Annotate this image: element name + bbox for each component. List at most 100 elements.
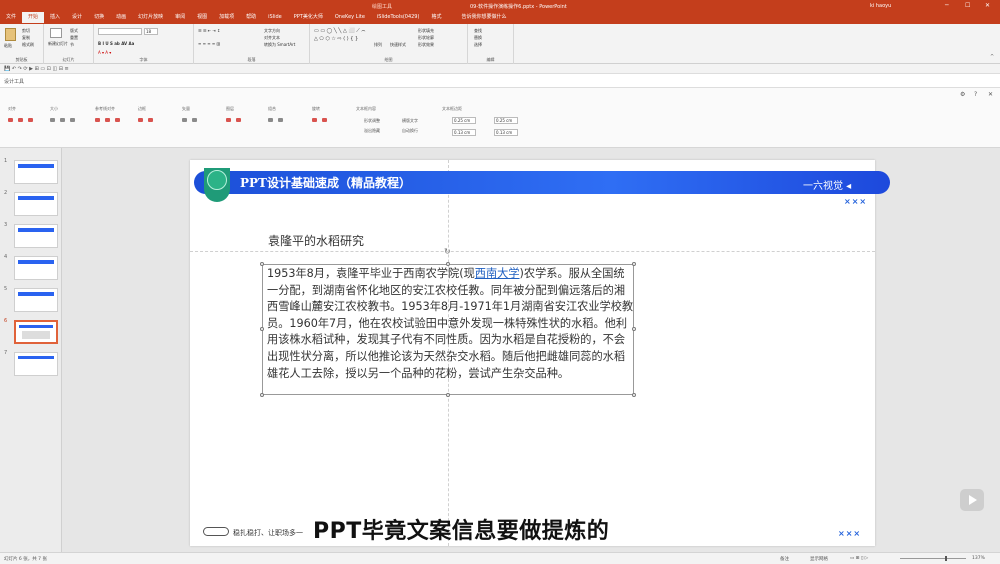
- resize-handle[interactable]: [260, 327, 264, 331]
- vector-tools[interactable]: [182, 118, 197, 122]
- tab-view[interactable]: 视图: [191, 12, 213, 23]
- text-direction-button[interactable]: 文字方向: [264, 28, 280, 34]
- layer-tools[interactable]: [226, 118, 241, 122]
- smartart-button[interactable]: 转换为 SmartArt: [264, 42, 295, 48]
- new-slide-button[interactable]: 新建幻灯片: [48, 41, 68, 47]
- reset-button[interactable]: 重置: [70, 35, 78, 41]
- format-painter-button[interactable]: 格式刷: [22, 42, 34, 48]
- paste-button[interactable]: 粘贴: [4, 43, 12, 49]
- slide-thumbnail[interactable]: [14, 352, 58, 376]
- zoom-slider[interactable]: [900, 558, 966, 559]
- select-button[interactable]: 选择: [474, 42, 482, 48]
- arrange-button[interactable]: 排列: [374, 42, 382, 48]
- close-icon[interactable]: ✕: [985, 2, 990, 9]
- cut-button[interactable]: 剪切: [22, 28, 30, 34]
- new-slide-icon[interactable]: [50, 28, 62, 38]
- tab-insert[interactable]: 插入: [44, 12, 66, 23]
- group-drawing: ▭ ▭ ◯ ╲ ╲ △ ⬜ ⟋ ⌒ △ ⬠ ⬡ ☆ ⇨ ⟨ ⟩ { } 排列 快…: [310, 24, 468, 64]
- resize-handle[interactable]: [632, 393, 636, 397]
- align-icons[interactable]: ≡ ≡ ≡ ≡ ▥: [198, 41, 220, 46]
- collapse-ribbon-icon[interactable]: ^: [990, 54, 994, 60]
- find-button[interactable]: 查找: [474, 28, 482, 34]
- help-icon[interactable]: ?: [974, 91, 977, 98]
- copy-button[interactable]: 复制: [22, 35, 30, 41]
- paste-icon[interactable]: [5, 28, 16, 41]
- option-horizontal-text[interactable]: 横版文字: [402, 118, 418, 124]
- design-group-group: 组合: [268, 106, 276, 111]
- tab-onekey[interactable]: OneKey Lite: [329, 12, 371, 23]
- quick-access-icons[interactable]: 💾 ↶ ↷ ⟳ ▶ ⊞ ▭ ⊡ ◫ ⊟ ≡: [4, 66, 69, 72]
- shapes-gallery[interactable]: ▭ ▭ ◯ ╲ ╲ △ ⬜ ⟋ ⌒: [314, 28, 365, 34]
- slide-thumbnail[interactable]: [14, 224, 58, 248]
- view-buttons[interactable]: ▭ ⊞ ▯ ▷: [850, 556, 868, 561]
- resize-handle[interactable]: [260, 393, 264, 397]
- tab-addins[interactable]: 加载项: [213, 12, 240, 23]
- zoom-slider-thumb[interactable]: [945, 556, 947, 561]
- notes-button[interactable]: 备注: [780, 556, 789, 562]
- font-size-box[interactable]: 18: [144, 28, 158, 35]
- tab-ppt-meihua[interactable]: PPT美化大师: [288, 12, 329, 23]
- tools-strip-label: 设计工具: [4, 79, 25, 85]
- close-panel-icon[interactable]: ✕: [988, 91, 993, 98]
- grid-button[interactable]: 显示网格: [810, 556, 828, 562]
- section-button[interactable]: 节: [70, 42, 74, 48]
- tab-animations[interactable]: 动画: [110, 12, 132, 23]
- option-shape-adjust[interactable]: 形状调整: [364, 118, 380, 124]
- tab-islidetools[interactable]: iSlideTools(0429): [371, 12, 426, 23]
- option-word-wrap[interactable]: 自动换行: [402, 128, 418, 134]
- tab-format[interactable]: 格式: [425, 12, 447, 23]
- ribbon: 粘贴 剪切 复制 格式刷 剪贴板 新建幻灯片 版式 重置 节 幻灯片 18 B …: [0, 24, 1000, 64]
- tab-transitions[interactable]: 切换: [88, 12, 110, 23]
- group-tools[interactable]: [268, 118, 283, 122]
- guide-tools[interactable]: [95, 118, 120, 122]
- layout-button[interactable]: 版式: [70, 28, 78, 34]
- margin-left-input[interactable]: 0.25 cm: [452, 117, 476, 124]
- slide-thumbnail[interactable]: [14, 192, 58, 216]
- hyperlink[interactable]: 西南大学: [475, 267, 520, 280]
- slide-thumbnail-selected[interactable]: [14, 320, 58, 344]
- tab-home[interactable]: 开始: [22, 12, 45, 23]
- settings-icon[interactable]: ⚙: [960, 91, 965, 98]
- minimize-icon[interactable]: ─: [945, 2, 949, 9]
- banner-title[interactable]: PPT设计基础速成（精品教程）: [240, 174, 411, 191]
- bold-icon[interactable]: B I U S ab AV Aa: [98, 41, 134, 46]
- rotate-tools[interactable]: [312, 118, 327, 122]
- size-tools[interactable]: [50, 118, 75, 122]
- align-text-button[interactable]: 对齐文本: [264, 35, 280, 41]
- quick-styles-button[interactable]: 快速样式: [390, 42, 406, 48]
- shape-outline-button[interactable]: 形状轮廓: [418, 35, 434, 41]
- slide-heading[interactable]: 袁隆平的水稻研究: [268, 232, 364, 249]
- resize-handle[interactable]: [260, 262, 264, 266]
- rotate-handle-icon[interactable]: ↻: [444, 247, 451, 256]
- tab-slideshow[interactable]: 幻灯片放映: [132, 12, 169, 23]
- tab-review[interactable]: 审阅: [169, 12, 191, 23]
- align-tools[interactable]: [8, 118, 33, 122]
- help-search[interactable]: 告诉我你想要做什么: [455, 12, 512, 23]
- replace-button[interactable]: 替换: [474, 35, 482, 41]
- slide-thumbnail[interactable]: [14, 256, 58, 280]
- user-name[interactable]: ki haoyu: [870, 3, 891, 9]
- margin-right-input[interactable]: 0.25 cm: [494, 117, 518, 124]
- resize-handle[interactable]: [446, 393, 450, 397]
- margin-bottom-input[interactable]: 0.13 cm: [494, 129, 518, 136]
- shape-effects-button[interactable]: 形状效果: [418, 42, 434, 48]
- play-button[interactable]: [960, 489, 984, 511]
- font-color-icon[interactable]: A ▾ A ▾: [98, 50, 111, 55]
- tab-design[interactable]: 设计: [66, 12, 88, 23]
- group-label: 幻灯片: [62, 57, 75, 62]
- zoom-level[interactable]: 137%: [972, 556, 985, 561]
- shapes-gallery-row2[interactable]: △ ⬠ ⬡ ☆ ⇨ ⟨ ⟩ { }: [314, 36, 358, 42]
- tab-islide[interactable]: iSlide: [262, 12, 288, 23]
- maximize-icon[interactable]: ☐: [965, 2, 970, 9]
- slide-thumbnail[interactable]: [14, 288, 58, 312]
- tab-file[interactable]: 文件: [0, 12, 22, 23]
- font-name-box[interactable]: [98, 28, 142, 35]
- option-overflow-hidden[interactable]: 溢出隐藏: [364, 128, 380, 134]
- slide-thumbnail[interactable]: [14, 160, 58, 184]
- body-text[interactable]: 1953年8月，袁隆平毕业于西南农学院(现西南大学)农学系。服从全国统一分配，到…: [267, 266, 635, 382]
- list-icons[interactable]: ☰ ☰ ⇤ ⇥ ↕: [198, 28, 220, 33]
- border-tools[interactable]: [138, 118, 153, 122]
- margin-top-input[interactable]: 0.13 cm: [452, 129, 476, 136]
- tab-help[interactable]: 帮助: [240, 12, 262, 23]
- shape-fill-button[interactable]: 形状填充: [418, 28, 434, 34]
